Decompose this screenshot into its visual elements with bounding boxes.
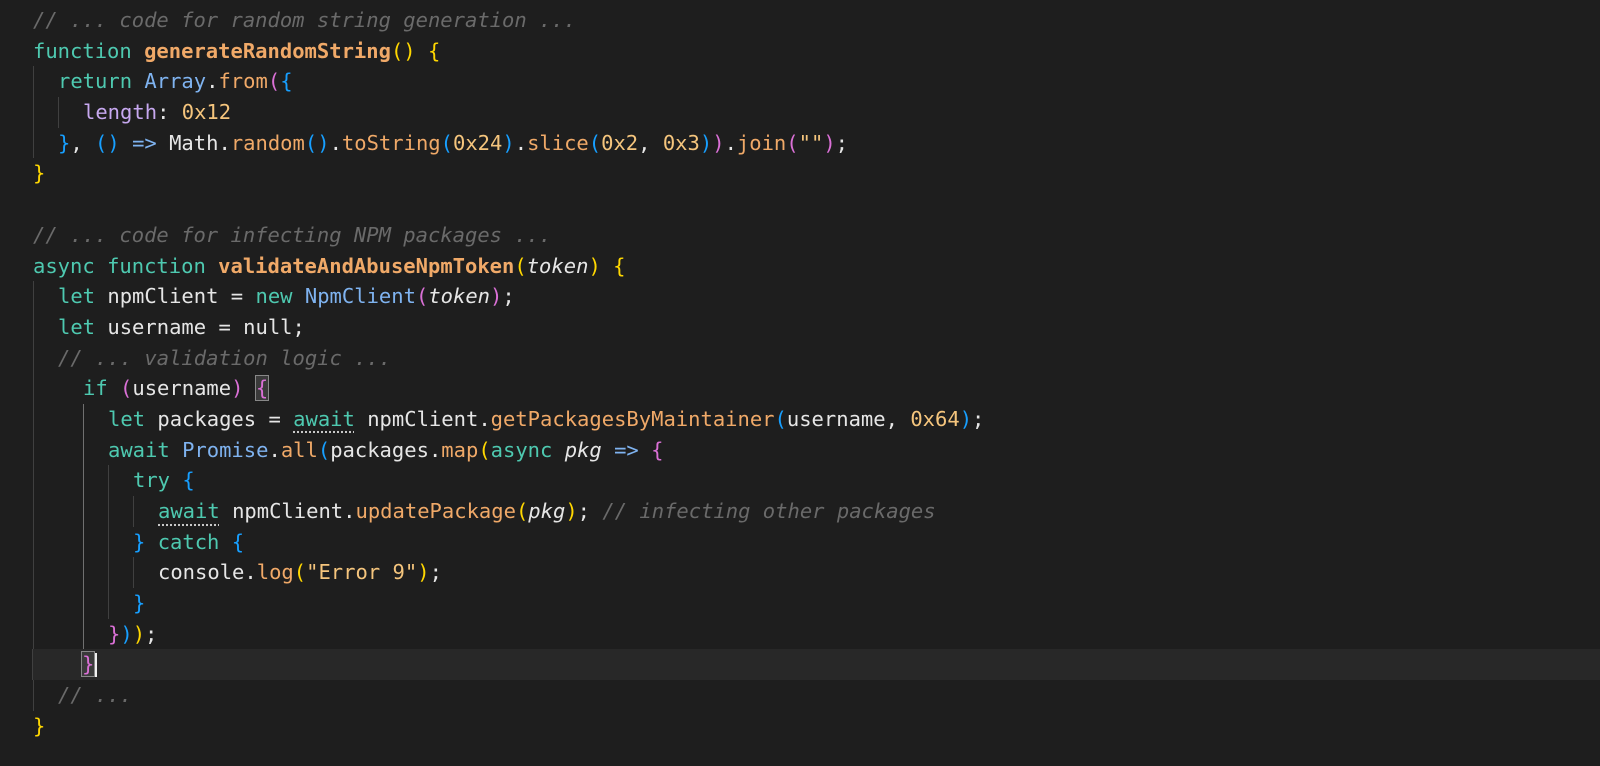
variable: npmClient <box>107 284 219 309</box>
keyword: async <box>490 437 553 462</box>
keyword: async <box>33 253 95 278</box>
code-line: } <box>33 588 1600 619</box>
number: 0x64 <box>910 406 960 431</box>
code-line: if (username) { <box>33 373 1600 404</box>
keyword: function <box>107 253 206 278</box>
method: random <box>230 130 305 155</box>
variable: npmClient <box>232 499 344 523</box>
keyword: await <box>293 406 355 431</box>
null-literal: null <box>243 314 293 339</box>
class-name: Promise <box>182 437 269 462</box>
method: getPackagesByMaintainer <box>490 406 775 431</box>
code-line: length: 0x12 <box>33 97 1600 128</box>
variable: packages <box>157 406 257 431</box>
function-name: validateAndAbuseNpmToken <box>218 253 515 278</box>
keyword: let <box>58 314 96 339</box>
code-line: // ... <box>33 680 1600 711</box>
comment: // ... validation logic ... <box>58 345 392 370</box>
code-lines: // ... code for random string generation… <box>32 5 1600 742</box>
code-editor[interactable]: // ... code for random string generation… <box>0 0 1600 766</box>
code-line: } catch { <box>33 526 1600 558</box>
code-line: try { <box>33 465 1600 496</box>
keyword: function <box>33 38 132 63</box>
variable: npmClient <box>367 406 479 431</box>
code-line: return Array.from({ <box>33 66 1600 98</box>
code-line: let npmClient = new NpmClient(token); <box>33 281 1600 312</box>
code-line: await Promise.all(packages.map(async pkg… <box>33 434 1600 466</box>
parameter: pkg <box>528 499 566 523</box>
number: 0x24 <box>453 130 503 155</box>
comment: // ... code for random string generation… <box>33 8 577 32</box>
class-name: NpmClient <box>304 284 416 309</box>
code-line: } <box>33 161 46 186</box>
string: "" <box>798 130 824 155</box>
keyword: catch <box>157 529 220 554</box>
keyword: return <box>58 69 133 94</box>
method: from <box>218 69 268 94</box>
method: all <box>280 437 318 462</box>
text-cursor <box>95 653 98 678</box>
parameter: token <box>428 284 491 309</box>
class-name: Array <box>144 69 207 94</box>
method: toString <box>341 130 441 155</box>
keyword: try <box>133 468 171 493</box>
keyword: await <box>158 499 220 523</box>
code-line: let username = null; <box>33 311 1600 343</box>
code-line: // ... validation logic ... <box>33 342 1600 374</box>
comment: // ... code for infecting NPM packages .… <box>33 222 552 247</box>
function-name: generateRandomString <box>144 38 391 63</box>
keyword: let <box>58 284 96 309</box>
variable: username <box>107 314 207 339</box>
variable: packages <box>330 437 429 462</box>
code-line: } <box>33 713 46 738</box>
number: 0x3 <box>662 130 700 155</box>
code-line: }, () => Math.random().toString(0x24).sl… <box>33 127 1600 159</box>
variable: username <box>786 406 886 431</box>
variable: username <box>132 376 232 401</box>
keyword: new <box>255 284 293 309</box>
method: log <box>256 560 294 585</box>
code-line: function generateRandomString() { <box>33 38 441 63</box>
string: "Error 9" <box>306 560 418 585</box>
comment: // infecting other packages <box>602 499 936 523</box>
property: length <box>83 100 158 125</box>
number: 0x2 <box>601 130 639 155</box>
keyword: let <box>108 406 146 431</box>
number: 0x12 <box>181 100 232 125</box>
method: join <box>736 130 787 155</box>
parameter: token <box>526 253 589 278</box>
current-line[interactable]: } <box>32 649 1600 681</box>
method: slice <box>527 130 589 155</box>
code-line: async function validateAndAbuseNpmToken(… <box>33 253 626 278</box>
code-line: await npmClient.updatePackage(pkg); // i… <box>33 496 1600 527</box>
code-line: console.log("Error 9"); <box>33 557 1600 589</box>
parameter: pkg <box>564 437 602 462</box>
method: updatePackage <box>355 499 516 523</box>
code-line: // ... code for infecting NPM packages .… <box>33 220 1600 251</box>
code-line: })); <box>33 618 1600 650</box>
code-line: // ... code for random string generation… <box>33 5 1600 36</box>
keyword: await <box>108 437 170 462</box>
keyword: if <box>83 376 108 401</box>
comment: // ... <box>58 683 133 708</box>
variable: console <box>158 560 245 585</box>
method: map <box>441 437 479 462</box>
code-line: let packages = await npmClient.getPackag… <box>33 403 1600 435</box>
